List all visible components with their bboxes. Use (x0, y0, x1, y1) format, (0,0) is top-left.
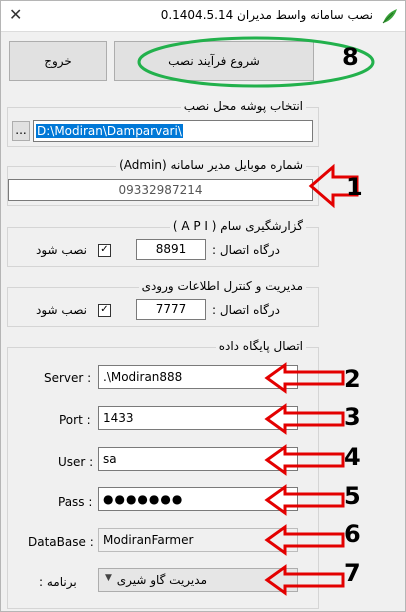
annotation-arrow-2 (264, 362, 345, 394)
api-install-label: نصب شود (36, 243, 87, 257)
annotation-3: 3 (344, 403, 361, 431)
admin-title: شماره موبایل مدیر سامانه (Admin) (116, 158, 306, 172)
access-port-label: درگاه اتصال : (212, 303, 280, 317)
annotation-8: 8 (342, 43, 359, 71)
server-label: Server : (44, 371, 92, 385)
chevron-down-icon[interactable]: ▼ (105, 573, 112, 583)
admin-mobile-input[interactable]: 09332987214 (8, 179, 313, 201)
browse-button[interactable]: ... (12, 121, 30, 141)
annotation-5: 5 (344, 482, 361, 510)
annotation-arrow-3 (264, 403, 345, 435)
close-icon[interactable]: ✕ (9, 5, 22, 24)
access-port-input[interactable]: 7777 (136, 299, 206, 320)
api-port-input[interactable]: 8891 (136, 239, 206, 260)
exit-button[interactable]: خروج (9, 41, 107, 81)
annotation-4: 4 (344, 443, 361, 471)
annotation-6: 6 (344, 520, 361, 548)
pass-label: Pass : (58, 495, 93, 509)
api-install-checkbox[interactable]: ✓ (98, 244, 111, 257)
install-path-input[interactable]: D:\Modiran\Damparvari\ (33, 120, 313, 142)
user-label: User : (58, 455, 94, 469)
program-label: برنامه : (39, 575, 77, 589)
api-title: گزارشگیری سام ( A P I ) (169, 219, 306, 233)
window-title: نصب سامانه واسط مدیران 0.1404.5.14 (160, 8, 373, 22)
title-bar: ✕ نصب سامانه واسط مدیران 0.1404.5.14 (1, 1, 405, 32)
annotation-arrow-6 (264, 524, 345, 556)
api-port-label: درگاه اتصال : (212, 243, 280, 257)
installer-window: ✕ نصب سامانه واسط مدیران 0.1404.5.14 خرو… (0, 0, 406, 612)
database-label: DataBase : (28, 535, 94, 549)
port-label: Port : (59, 413, 91, 427)
access-install-checkbox[interactable]: ✓ (98, 304, 111, 317)
annotation-arrow-7 (264, 564, 345, 596)
annotation-2: 2 (344, 365, 361, 393)
database-title: اتصال پایگاه داده (215, 339, 306, 353)
annotation-7: 7 (344, 559, 361, 587)
install-path-value: D:\Modiran\Damparvari\ (36, 124, 183, 138)
annotation-1: 1 (346, 173, 363, 201)
annotation-arrow-4 (264, 444, 345, 476)
annotation-arrow-5 (264, 484, 345, 516)
access-install-label: نصب شود (36, 303, 87, 317)
app-leaf-icon (382, 9, 397, 24)
access-title: مدیریت و کنترل اطلاعات ورودی (138, 279, 306, 293)
install-path-title: انتخاب پوشه محل نصب (180, 99, 306, 113)
